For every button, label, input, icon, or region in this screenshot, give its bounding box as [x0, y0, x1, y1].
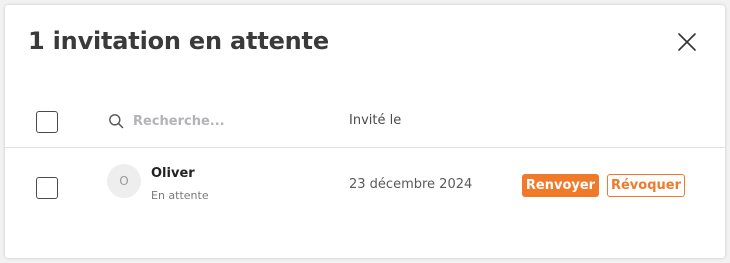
invitation-status: En attente: [151, 189, 209, 202]
search-input[interactable]: [133, 109, 303, 133]
invited-date: 23 décembre 2024: [349, 177, 473, 192]
invitations-modal: 1 invitation en attente Invité le O Oliv…: [5, 5, 725, 258]
revoke-button[interactable]: Révoquer: [607, 174, 685, 197]
avatar: O: [107, 164, 141, 198]
close-button[interactable]: [675, 30, 699, 54]
resend-button[interactable]: Renvoyer: [522, 174, 599, 197]
row-checkbox[interactable]: [36, 177, 58, 199]
select-all-checkbox[interactable]: [36, 111, 58, 133]
column-header-invited: Invité le: [349, 113, 402, 128]
header-divider: [5, 147, 725, 148]
search-icon: [109, 114, 124, 129]
user-name: Oliver: [151, 166, 195, 181]
close-icon: [678, 33, 696, 51]
modal-title: 1 invitation en attente: [28, 27, 329, 55]
